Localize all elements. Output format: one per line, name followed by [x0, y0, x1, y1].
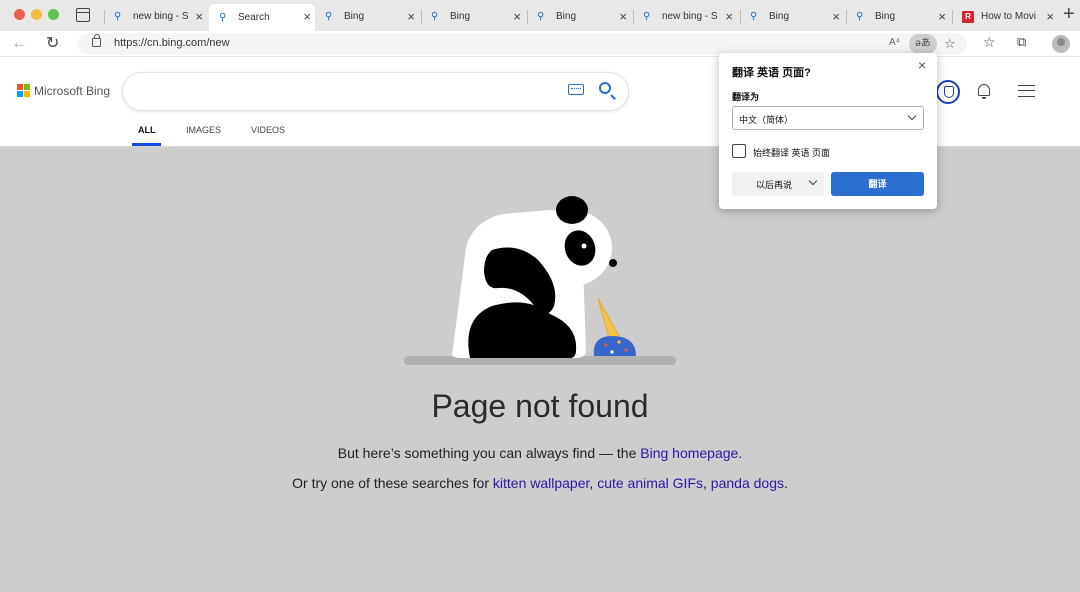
ice-cream-scoop — [593, 336, 636, 356]
sprinkle — [624, 348, 628, 352]
panda-ear — [556, 196, 588, 224]
translate-popup: 翻译 英语 页面? × 翻译为 中文（简体） 始终翻译 英语 页面 以后再说 翻… — [719, 53, 937, 209]
translate-icon[interactable]: əあ — [909, 34, 937, 54]
tab-close-icon[interactable]: × — [1046, 9, 1054, 24]
tab-bing[interactable]: ⚲ Bing × — [315, 4, 419, 29]
bing-search-icon: ⚲ — [750, 11, 758, 22]
tab-close-icon[interactable]: × — [619, 9, 627, 24]
translate-to-label: 翻译为 — [732, 92, 760, 102]
url-text[interactable]: https://cn.bing.com/new — [114, 37, 230, 49]
tab-close-icon[interactable]: × — [938, 9, 946, 24]
reload-icon[interactable]: ↻ — [46, 33, 59, 53]
selected-language: 中文（简体） — [739, 115, 794, 125]
bing-search-icon: ⚲ — [219, 12, 227, 23]
scope-images[interactable]: IMAGES — [186, 125, 221, 135]
chevron-down-icon — [907, 111, 917, 121]
tab-close-icon[interactable]: × — [407, 9, 415, 24]
search-suggestions: Or try one of these searches for kitten … — [292, 475, 788, 491]
not-now-label: 以后再说 — [756, 180, 793, 190]
ice-cream-cone — [597, 297, 621, 343]
language-select[interactable]: 中文（简体） — [732, 106, 924, 130]
tab-close-icon[interactable]: × — [195, 9, 203, 24]
tab-how-to-move[interactable]: R How to Movi × — [952, 4, 1058, 29]
profile-avatar[interactable] — [1052, 35, 1070, 53]
minimize-window-button[interactable] — [31, 9, 42, 20]
collections-icon[interactable]: ⧉ — [1017, 34, 1026, 50]
bing-search-icon: ⚲ — [431, 11, 439, 22]
address-bar[interactable]: https://cn.bing.com/new A⁴ əあ ☆ — [77, 33, 967, 55]
bing-search-icon: ⚲ — [114, 11, 122, 22]
popup-title: 翻译 英语 页面? — [732, 67, 811, 79]
bing-brand[interactable]: Microsoft Bing — [34, 84, 110, 98]
chevron-down-icon[interactable] — [808, 176, 818, 186]
notification-bell-icon[interactable] — [978, 84, 990, 99]
bing-search-icon: ⚲ — [643, 11, 651, 22]
tab-separator — [952, 10, 953, 24]
keyboard-icon[interactable] — [568, 84, 584, 95]
bing-search-icon: ⚲ — [325, 11, 333, 22]
not-now-button[interactable]: 以后再说 — [732, 172, 824, 196]
tab-bing[interactable]: ⚲ Bing × — [527, 4, 631, 29]
kitten-wallpaper-link[interactable]: kitten wallpaper — [493, 475, 590, 491]
active-scope-underline — [132, 143, 161, 146]
tab-close-icon[interactable]: × — [513, 9, 521, 24]
scope-videos[interactable]: VIDEOS — [251, 125, 285, 135]
bing-search-icon: ⚲ — [856, 11, 864, 22]
homepage-message-prefix: But here’s something you can always find… — [337, 445, 641, 461]
tab-separator — [633, 10, 634, 24]
fullscreen-window-button[interactable] — [48, 9, 59, 20]
panda-nose — [609, 259, 617, 267]
search-icon[interactable] — [599, 82, 611, 94]
tab-separator — [846, 10, 847, 24]
always-translate-checkbox[interactable] — [732, 144, 746, 158]
red-favicon-icon: R — [962, 10, 974, 23]
panda-dogs-link[interactable]: panda dogs — [711, 475, 784, 491]
tab-search[interactable]: ⚲ Search × — [209, 4, 315, 31]
back-arrow-icon[interactable]: ← — [11, 33, 28, 53]
read-aloud-icon[interactable]: A⁴ — [889, 37, 900, 48]
bing-homepage-link[interactable]: Bing homepage — [640, 445, 738, 461]
new-tab-button[interactable]: + — [1063, 3, 1075, 26]
suggestions-suffix: . — [783, 475, 788, 491]
tab-bing[interactable]: ⚲ Bing × — [846, 4, 950, 29]
tab-bing[interactable]: ⚲ Bing × — [421, 4, 525, 29]
scope-all[interactable]: ALL — [138, 125, 156, 135]
homepage-message: But here’s something you can always find… — [0, 445, 1080, 461]
sprinkle — [610, 350, 614, 354]
always-translate-label[interactable]: 始终翻译 英语 页面 — [753, 146, 830, 159]
tab-strip: ⚲ new bing - S × ⚲ Search × ⚲ Bing × ⚲ B… — [0, 0, 1080, 31]
translate-button[interactable]: 翻译 — [831, 172, 924, 196]
tab-close-icon[interactable]: × — [303, 9, 311, 24]
homepage-message-suffix: . — [738, 445, 743, 461]
tab-close-icon[interactable]: × — [725, 9, 733, 24]
favorites-icon[interactable]: ☆ — [983, 34, 996, 51]
microsoft-logo-icon[interactable] — [17, 84, 31, 98]
suggestions-prefix: Or try one of these searches for — [292, 475, 493, 491]
tab-actions-icon[interactable] — [76, 8, 90, 22]
sprinkle — [617, 340, 621, 344]
bing-search-icon: ⚲ — [537, 11, 545, 22]
tab-separator — [421, 10, 422, 24]
tab-close-icon[interactable]: × — [832, 9, 840, 24]
rewards-icon[interactable] — [936, 80, 960, 104]
menu-icon[interactable] — [1018, 85, 1035, 97]
search-input[interactable] — [123, 73, 628, 110]
sprinkle — [604, 343, 608, 347]
tab-bing[interactable]: ⚲ Bing × — [740, 4, 844, 29]
tab-new-bing[interactable]: ⚲ new bing - S × — [104, 4, 207, 29]
close-window-button[interactable] — [14, 9, 25, 20]
tab-separator — [104, 10, 105, 24]
page-title: Page not found — [431, 388, 649, 424]
panda-eye — [581, 243, 587, 249]
close-icon[interactable]: × — [918, 57, 926, 73]
tab-separator — [527, 10, 528, 24]
cute-animal-gifs-link[interactable]: cute animal GIFs — [597, 475, 703, 491]
panda-illustration — [400, 190, 680, 370]
tab-separator — [740, 10, 741, 24]
tab-new-bing[interactable]: ⚲ new bing - S × — [633, 4, 737, 29]
add-favorite-icon[interactable]: ☆ — [944, 36, 956, 52]
lock-icon[interactable] — [92, 34, 101, 47]
